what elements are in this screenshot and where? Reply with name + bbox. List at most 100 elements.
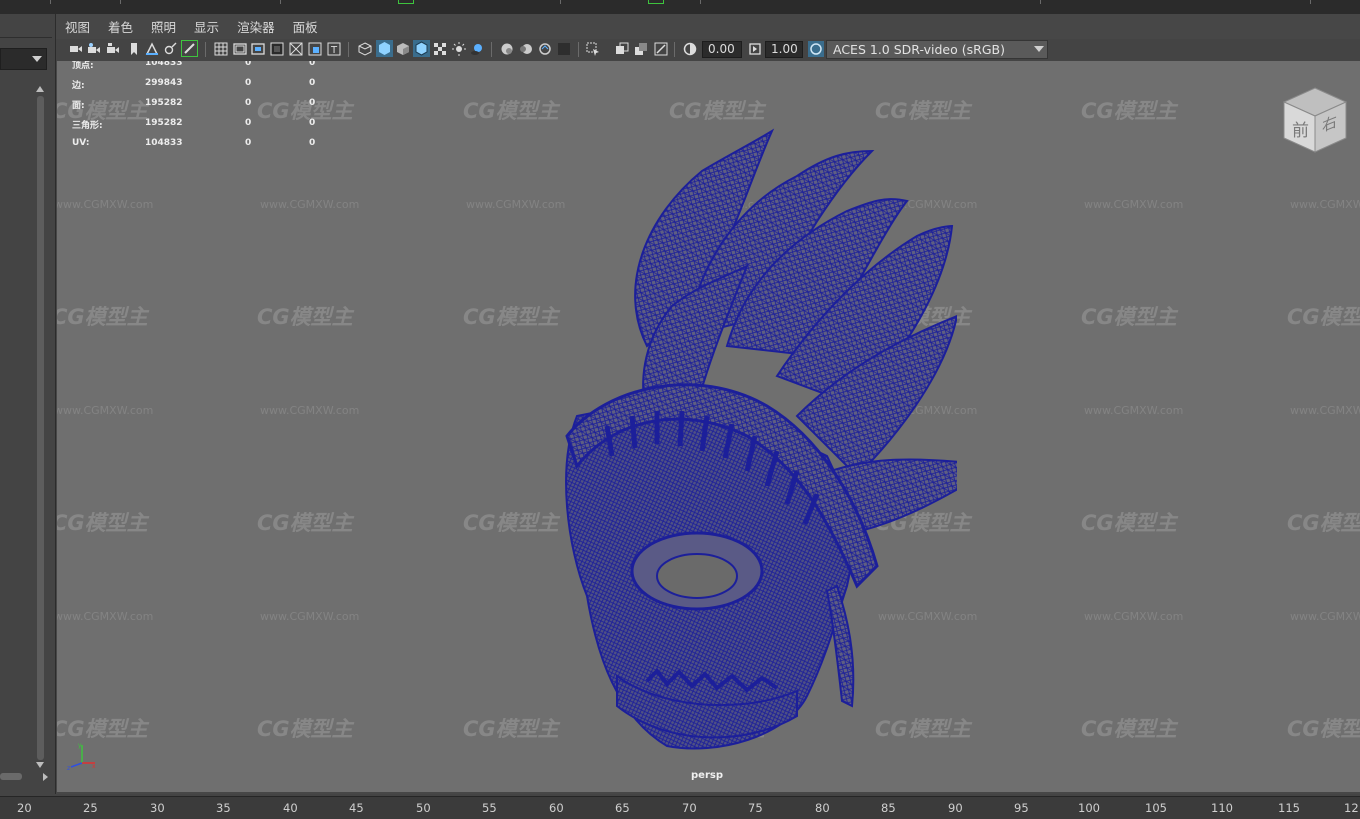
use-lights-icon[interactable] [452,42,466,56]
ruler-frame-label: 60 [549,801,564,815]
motion-blur-icon[interactable] [519,42,533,56]
watermark-logo: CG模型主 [257,717,353,741]
menu-show[interactable]: 显示 [185,17,228,39]
viewport-3d[interactable]: CG模型主 CG模型主 CG模型主 CG模型主 CG模型主 CG模型主 www.… [57,61,1360,792]
menu-lighting[interactable]: 照明 [142,17,185,39]
separator [205,42,206,57]
watermark-logo: CG模型主 [57,717,148,741]
ruler-frame-label: 50 [416,801,431,815]
ruler-frame-label: 90 [948,801,963,815]
watermark-logo: CG模型主 [1081,511,1177,535]
wireframe-icon[interactable] [358,42,372,56]
hud-value: 0 [245,118,252,128]
ruler-frame-label: 55 [482,801,497,815]
watermark-url: www.CGMXW.com [260,610,360,623]
chevron-down-icon[interactable] [1034,46,1044,52]
image-plane-icon[interactable] [145,42,159,56]
menu-renderer[interactable]: 渲染器 [228,17,284,39]
watermark-url: www.CGMXW.com [57,404,154,417]
multisample-aa-icon[interactable] [538,42,552,56]
menu-panels[interactable]: 面板 [284,17,327,39]
left-panel [0,14,55,794]
menu-shading[interactable]: 着色 [99,17,142,39]
hud-value: 三角形: [72,121,103,131]
scroll-up-icon[interactable] [36,86,44,92]
grid-icon[interactable] [214,42,228,56]
hud-value: 顶点: [72,61,94,71]
poly-count-hud: 顶点: 104833 0 0 边: 299843 0 0 面: 195282 0 0 三角形: 19… [72,61,332,158]
svg-text:z: z [67,765,70,771]
separator [674,42,675,57]
hud-value: 0 [309,61,316,68]
color-management-icon[interactable] [808,41,824,57]
exposure-icon[interactable] [683,42,697,56]
exposure-field[interactable]: 0.00 [702,41,742,58]
watermark-logo: CG模型主 [1081,99,1177,123]
grease-pencil-icon[interactable] [181,40,198,57]
top-strip [0,0,1360,15]
watermark-url: www.CGMXW.com [1290,404,1360,417]
watermark-url: www.CGMXW.com [1084,404,1184,417]
viewcube-front-label[interactable]: 前 [1292,116,1309,141]
skull-headdress-mesh[interactable] [497,116,957,756]
gate-mask-icon[interactable] [270,42,284,56]
hud-row-faces: 面: 195282 0 0 [72,98,332,118]
color-space-dropdown[interactable]: ACES 1.0 SDR-video (sRGB) [826,40,1048,59]
separator [348,42,349,57]
ruler-frame-label: 70 [682,801,697,815]
hud-row-vertices: 顶点: 104833 0 0 [72,61,332,78]
resolution-gate-icon[interactable] [251,42,265,56]
horizontal-scrollbar[interactable] [0,773,22,780]
safe-action-icon[interactable] [308,42,322,56]
time-slider-ruler[interactable]: 20 25 30 35 40 45 50 55 60 65 70 75 80 8… [0,796,1360,819]
watermark-logo: CG模型主 [57,305,148,329]
screen-space-ao-icon[interactable] [500,42,514,56]
menu-view[interactable]: 视图 [56,17,99,39]
ruler-frame-label: 115 [1278,801,1300,815]
scroll-right-icon[interactable] [43,773,48,781]
watermark-url: www.CGMXW.com [1290,198,1360,211]
panel-menubar: 视图 着色 照明 显示 渲染器 面板 [56,17,327,39]
hud-value: UV: [72,138,90,148]
chevron-down-icon[interactable] [32,56,42,62]
hud-row-edges: 边: 299843 0 0 [72,78,332,98]
isolate-select-icon[interactable] [586,42,600,56]
bookmark-icon[interactable] [127,42,141,56]
separator [578,42,579,57]
hud-value: 0 [245,98,252,108]
vertical-scrollbar[interactable] [37,96,44,760]
backface-icon[interactable] [654,42,668,56]
camera-attributes-icon[interactable] [87,42,101,56]
ruler-frame-label: 80 [815,801,830,815]
scroll-down-icon[interactable] [36,762,44,768]
gamma-field[interactable]: 1.00 [765,41,803,58]
gamma-icon[interactable] [748,42,762,56]
hud-row-triangles: 三角形: 195282 0 0 [72,118,332,138]
xray-joints-icon[interactable] [615,42,629,56]
ruler-frame-label: 40 [283,801,298,815]
ruler-frame-label: 30 [150,801,165,815]
shadows-icon[interactable] [470,42,484,56]
xray-icon[interactable] [433,42,447,56]
watermark-logo: CG模型主 [1081,717,1177,741]
depth-of-field-icon[interactable] [557,42,571,56]
bookmark-camera-icon[interactable] [106,42,120,56]
xray-active-icon[interactable] [634,42,648,56]
watermark-url: www.CGMXW.com [1084,610,1184,623]
hud-value: 0 [309,138,316,148]
smooth-shade-icon[interactable] [376,40,393,57]
camera-select-icon[interactable] [69,42,83,56]
safe-title-icon[interactable]: T [327,42,341,56]
hud-value: 0 [309,98,316,108]
film-gate-icon[interactable] [233,42,247,56]
field-chart-icon[interactable] [289,42,303,56]
watermark-logo: CG模型主 [257,511,353,535]
ruler-frame-label: 35 [216,801,231,815]
watermark-url: www.CGMXW.com [260,198,360,211]
hud-value: 299843 [145,78,183,88]
watermark-logo: CG模型主 [57,511,148,535]
ruler-frame-label: 75 [748,801,763,815]
default-material-icon[interactable] [396,42,410,56]
wireframe-on-shaded-icon[interactable] [413,40,430,57]
2d-pan-zoom-icon[interactable] [163,42,177,56]
